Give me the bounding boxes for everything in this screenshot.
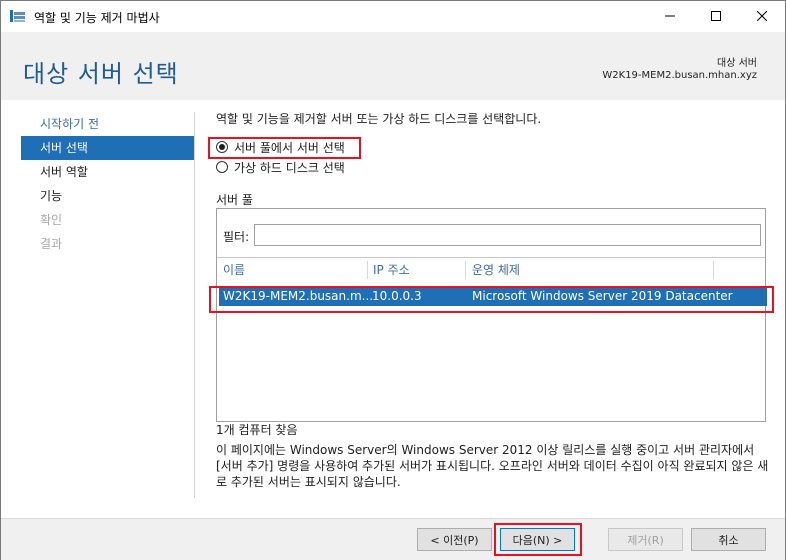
wizard-body: 시작하기 전 서버 선택 서버 역할 기능 확인 결과 역할 및 기능을 제거할… — [1, 100, 785, 518]
radio-label-vhd: 가상 하드 디스크 선택 — [234, 160, 345, 175]
page-title: 대상 서버 선택 — [23, 60, 179, 88]
close-icon — [756, 10, 768, 24]
close-button[interactable] — [739, 1, 785, 32]
column-header-ip[interactable]: IP 주소 — [373, 258, 410, 282]
destination-server-value: W2K19-MEM2.busan.mhan.xyz — [602, 70, 757, 81]
wizard-nav: 시작하기 전 서버 선택 서버 역할 기능 확인 결과 — [21, 112, 194, 256]
column-separator[interactable] — [465, 261, 466, 279]
filter-input[interactable] — [254, 224, 761, 246]
maximize-button[interactable] — [693, 1, 739, 32]
nav-item-server-roles[interactable]: 서버 역할 — [21, 160, 194, 184]
column-separator[interactable] — [713, 261, 714, 279]
remove-button: 제거(R) — [608, 528, 683, 551]
nav-item-server-selection[interactable]: 서버 선택 — [21, 136, 194, 160]
note-text: 이 페이지에는 Windows Server의 Windows Server 2… — [216, 443, 769, 489]
nav-divider — [194, 112, 195, 498]
title-bar: 역할 및 기능 제거 마법사 — [1, 1, 785, 32]
nav-item-before-you-begin[interactable]: 시작하기 전 — [21, 112, 194, 136]
server-pool-panel: 필터: 이름 IP 주소 운영 체제 W2K19-MEM2.busan.m...… — [216, 208, 767, 422]
highlight-box-next — [494, 523, 582, 556]
server-pool-label: 서버 풀 — [216, 193, 253, 207]
column-header-name[interactable]: 이름 — [223, 258, 245, 282]
radio-select-vhd[interactable]: 가상 하드 디스크 선택 — [216, 158, 345, 176]
nav-item-confirmation: 확인 — [40, 213, 63, 227]
instruction-text: 역할 및 기능을 제거할 서버 또는 가상 하드 디스크를 선택합니다. — [216, 112, 542, 126]
maximize-icon — [711, 10, 721, 24]
wizard-window: 역할 및 기능 제거 마법사 대상 서버 선택 대상 서버 W2K19-MEM2… — [0, 0, 786, 560]
server-grid: 이름 IP 주소 운영 체제 W2K19-MEM2.busan.m... 10.… — [217, 257, 767, 422]
minimize-icon — [665, 10, 675, 24]
wizard-footer: < 이전(P) 다음(N) > 제거(R) 취소 — [1, 518, 785, 560]
minimize-button[interactable] — [647, 1, 693, 32]
cancel-button[interactable]: 취소 — [691, 528, 766, 551]
wizard-header: 대상 서버 선택 대상 서버 W2K19-MEM2.busan.mhan.xyz — [1, 32, 785, 100]
nav-item-results: 결과 — [40, 237, 63, 251]
destination-server-label: 대상 서버 — [717, 58, 757, 69]
server-manager-icon — [10, 9, 26, 23]
previous-button[interactable]: < 이전(P) — [417, 528, 492, 551]
found-count-text: 1개 컴퓨터 찾음 — [216, 423, 298, 437]
highlight-box-row — [209, 286, 774, 313]
highlight-box-radio — [208, 137, 361, 159]
window-title: 역할 및 기능 제거 마법사 — [34, 11, 160, 25]
filter-label: 필터: — [223, 230, 250, 244]
radio-button-unchecked[interactable] — [216, 161, 228, 173]
nav-item-features[interactable]: 기능 — [21, 184, 194, 208]
column-header-os[interactable]: 운영 체제 — [472, 258, 520, 282]
column-separator[interactable] — [367, 261, 368, 279]
